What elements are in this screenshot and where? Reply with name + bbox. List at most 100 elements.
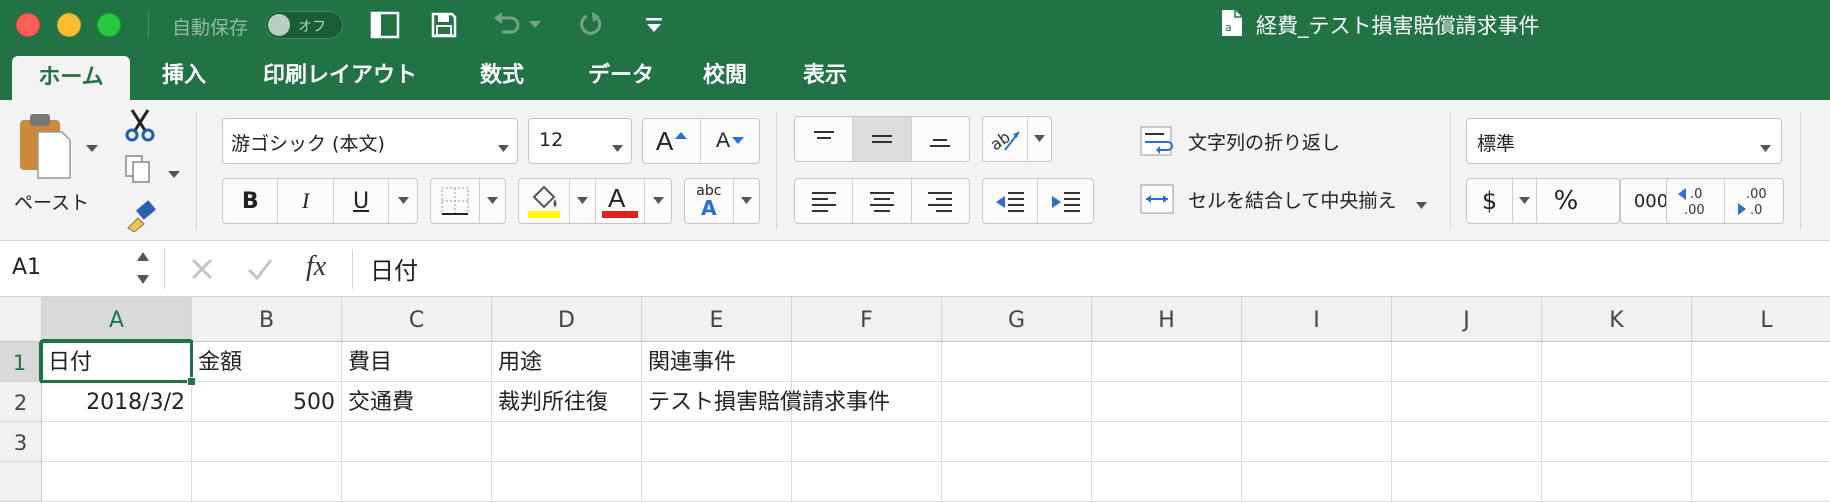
cell-i2[interactable]: [1242, 382, 1392, 422]
minimize-window-button[interactable]: [57, 13, 81, 37]
confirm-entry-icon[interactable]: [246, 257, 274, 285]
cell-a[interactable]: [42, 462, 192, 502]
name-box-stepper-icon[interactable]: [136, 249, 150, 293]
cell-d2[interactable]: 裁判所往復: [492, 382, 642, 422]
decrease-font-size-button[interactable]: A: [701, 119, 759, 163]
cell-b[interactable]: [192, 462, 342, 502]
save-icon[interactable]: [427, 8, 461, 42]
bold-button[interactable]: B: [223, 179, 279, 223]
cell-e2[interactable]: テスト損害賠償請求事件: [642, 382, 890, 422]
increase-decimal-icon[interactable]: .0.00: [1667, 179, 1726, 223]
cell-c[interactable]: [342, 462, 492, 502]
column-header-b[interactable]: B: [192, 297, 342, 342]
close-window-button[interactable]: [16, 13, 40, 37]
underline-button[interactable]: U: [334, 179, 390, 223]
align-left-icon[interactable]: [795, 179, 854, 223]
decrease-decimal-icon[interactable]: .00.0: [1725, 179, 1783, 223]
cell-l1[interactable]: [1692, 342, 1830, 382]
cell-c2[interactable]: 交通費: [342, 382, 492, 422]
cell-e3[interactable]: [642, 422, 792, 462]
tab-review[interactable]: 校閲: [690, 50, 760, 100]
cell-f3[interactable]: [792, 422, 942, 462]
select-all-corner[interactable]: [0, 297, 42, 342]
column-header-l[interactable]: L: [1692, 297, 1830, 342]
format-painter-icon[interactable]: [124, 198, 158, 236]
cell-c1[interactable]: 費目: [342, 342, 492, 382]
text-orientation-icon[interactable]: ab: [983, 117, 1028, 161]
font-color-icon[interactable]: A: [596, 179, 646, 223]
cell-e[interactable]: [642, 462, 792, 502]
copy-dropdown-icon[interactable]: [168, 164, 180, 183]
cell-k2[interactable]: [1542, 382, 1692, 422]
cell-j1[interactable]: [1392, 342, 1542, 382]
wrap-text-button[interactable]: 文字列の折り返し: [1140, 124, 1440, 158]
font-size-dropdown[interactable]: 12: [528, 118, 632, 164]
align-right-icon[interactable]: [912, 179, 969, 223]
increase-font-size-button[interactable]: A: [643, 119, 702, 163]
cell-a1[interactable]: 日付: [42, 342, 192, 382]
cell-l3[interactable]: [1692, 422, 1830, 462]
phonetic-dropdown-icon[interactable]: [734, 179, 759, 223]
column-header-c[interactable]: C: [342, 297, 492, 342]
cell-h2[interactable]: [1092, 382, 1242, 422]
cell-d3[interactable]: [492, 422, 642, 462]
align-bottom-icon[interactable]: [912, 117, 969, 161]
align-top-icon[interactable]: [795, 117, 854, 161]
currency-dropdown-icon[interactable]: [1513, 179, 1537, 223]
cell-g1[interactable]: [942, 342, 1092, 382]
fill-color-dropdown-icon[interactable]: [570, 179, 596, 223]
undo-dropdown-icon[interactable]: [525, 8, 545, 42]
column-header-f[interactable]: F: [792, 297, 942, 342]
redo-icon[interactable]: [575, 8, 609, 42]
cell-e1[interactable]: 関連事件: [642, 342, 792, 382]
paste-dropdown-icon[interactable]: [86, 138, 98, 157]
cell-f1[interactable]: [792, 342, 942, 382]
cell-g2[interactable]: [942, 382, 1092, 422]
cell-k[interactable]: [1542, 462, 1692, 502]
sidebar-toggle-icon[interactable]: [368, 8, 402, 42]
cell-l2[interactable]: [1692, 382, 1830, 422]
row-header[interactable]: 3: [0, 422, 42, 462]
customize-toolbar-icon[interactable]: [637, 8, 671, 42]
cell-h[interactable]: [1092, 462, 1242, 502]
paste-icon[interactable]: [16, 110, 72, 180]
tab-formulas[interactable]: 数式: [462, 50, 542, 100]
merge-center-button[interactable]: セルを結合して中央揃え: [1140, 182, 1430, 216]
cell-b3[interactable]: [192, 422, 342, 462]
italic-button[interactable]: I: [278, 179, 334, 223]
cut-icon[interactable]: [124, 108, 156, 146]
cell-h3[interactable]: [1092, 422, 1242, 462]
zoom-window-button[interactable]: [97, 13, 121, 37]
align-center-icon[interactable]: [853, 179, 912, 223]
column-header-e[interactable]: E: [642, 297, 792, 342]
phonetic-guide-button[interactable]: abc A: [685, 179, 734, 223]
borders-icon[interactable]: [431, 179, 480, 223]
currency-button[interactable]: $: [1467, 179, 1513, 223]
cell-a2[interactable]: 2018/3/2: [42, 382, 192, 422]
tab-insert[interactable]: 挿入: [148, 50, 220, 100]
cell-a3[interactable]: [42, 422, 192, 462]
cell-j3[interactable]: [1392, 422, 1542, 462]
cell-h1[interactable]: [1092, 342, 1242, 382]
percent-button[interactable]: %: [1537, 179, 1595, 223]
cell-d[interactable]: [492, 462, 642, 502]
row-header[interactable]: [0, 462, 42, 502]
number-format-dropdown[interactable]: 標準: [1466, 118, 1782, 164]
cell-f[interactable]: [792, 462, 942, 502]
cell-c3[interactable]: [342, 422, 492, 462]
borders-dropdown-icon[interactable]: [480, 179, 505, 223]
tab-data[interactable]: データ: [566, 50, 676, 100]
cell-i1[interactable]: [1242, 342, 1392, 382]
formula-input[interactable]: 日付: [370, 251, 418, 286]
row-header[interactable]: 2: [0, 382, 42, 422]
column-header-i[interactable]: I: [1242, 297, 1392, 342]
row-header[interactable]: 1: [0, 342, 42, 382]
fill-color-icon[interactable]: [519, 179, 571, 223]
cell-i[interactable]: [1242, 462, 1392, 502]
orientation-dropdown-icon[interactable]: [1028, 117, 1051, 161]
column-header-k[interactable]: K: [1542, 297, 1692, 342]
name-box[interactable]: A1: [12, 255, 41, 280]
cell-l[interactable]: [1692, 462, 1830, 502]
autosave-toggle[interactable]: オフ: [265, 11, 343, 39]
cell-k3[interactable]: [1542, 422, 1692, 462]
